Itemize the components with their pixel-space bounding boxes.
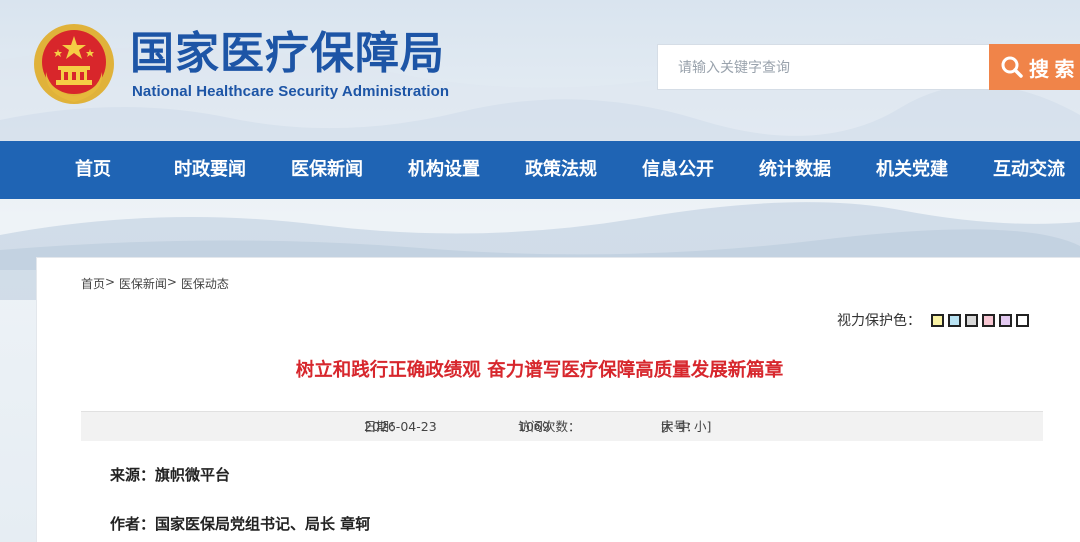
- eye-protection-label: 视力保护色：: [837, 313, 921, 329]
- search-icon: [1001, 56, 1023, 78]
- national-emblem-icon: [32, 22, 116, 106]
- main-nav: 首页 时政要闻 医保新闻 机构设置 政策法规 信息公开 统计数据 机关党建 互动…: [0, 141, 1080, 199]
- site-header: 国家医疗保障局 National Healthcare Security Adm…: [0, 0, 1080, 141]
- nav-item-home[interactable]: 首页: [38, 141, 148, 199]
- article-title: 树立和践行正确政绩观 奋力谱写医疗保障高质量发展新篇章: [295, 360, 784, 381]
- nav-item-organization[interactable]: 机构设置: [389, 141, 499, 199]
- breadcrumb-separator: >: [166, 275, 177, 289]
- breadcrumb-healthcare-updates[interactable]: 医保动态: [181, 275, 229, 292]
- nav-item-party[interactable]: 机关党建: [857, 141, 967, 199]
- breadcrumb-home[interactable]: 首页: [81, 275, 105, 292]
- nav-item-policy[interactable]: 政策法规: [506, 141, 616, 199]
- article-author: 作者：国家医保局党组书记、局长 章轲: [110, 515, 371, 533]
- nav-item-healthcare-news[interactable]: 医保新闻: [272, 141, 382, 199]
- swatch-purple[interactable]: [999, 313, 1012, 327]
- swatch-white[interactable]: [1016, 313, 1029, 327]
- nav-item-statistics[interactable]: 统计数据: [740, 141, 850, 199]
- search-button[interactable]: 搜 索: [989, 44, 1080, 90]
- swatch-yellow[interactable]: [931, 313, 944, 327]
- nav-item-disclosure[interactable]: 信息公开: [623, 141, 733, 199]
- nav-item-interaction[interactable]: 互动交流: [974, 141, 1080, 199]
- article-source: 来源：旗帜微平台: [110, 466, 231, 484]
- eye-protection-colors: 视力保护色：: [837, 310, 1029, 330]
- search-button-label: 搜 索: [1029, 58, 1075, 81]
- breadcrumb-healthcare-news[interactable]: 医保新闻: [119, 275, 167, 292]
- swatch-pink[interactable]: [982, 313, 995, 327]
- breadcrumb-separator: >: [105, 275, 116, 289]
- view-count: 1069: [518, 419, 550, 434]
- article-panel: 首页 > 医保新闻 > 医保动态 视力保护色： 树立和践行正确政绩观 奋力谱写医…: [36, 257, 1080, 542]
- swatch-blue[interactable]: [948, 313, 961, 327]
- site-title: 国家医疗保障局: [130, 28, 445, 79]
- article-meta: 日期： 2026-04-23 访问次数： 1069 字号：[ 大 中 小 ]: [81, 411, 1043, 441]
- search-input[interactable]: [657, 44, 989, 90]
- swatch-gray[interactable]: [965, 313, 978, 327]
- nav-item-political-news[interactable]: 时政要闻: [155, 141, 265, 199]
- breadcrumb: 首页 > 医保新闻 > 医保动态: [81, 275, 229, 292]
- article-date: 2026-04-23: [364, 419, 437, 434]
- site-subtitle: National Healthcare Security Administrat…: [132, 83, 450, 100]
- font-size-label: 字号：: [661, 419, 699, 434]
